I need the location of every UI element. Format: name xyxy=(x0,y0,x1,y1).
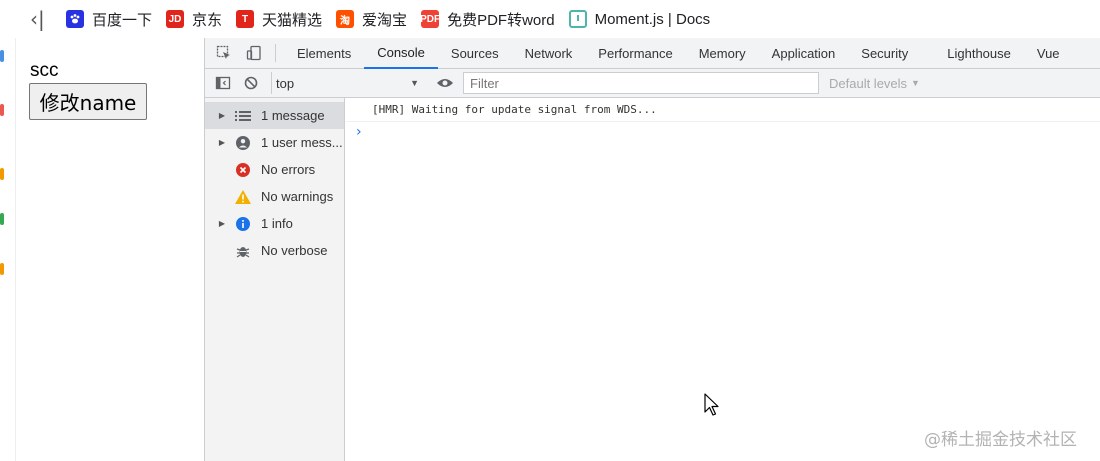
sidebar-item-info[interactable]: ▶ 1 info xyxy=(205,210,344,237)
jd-logo-icon: JD xyxy=(166,10,185,28)
edge-icon xyxy=(0,213,4,225)
edge-icon xyxy=(0,50,4,62)
browser-window: ‹| 百度一下 JD 京东 T 天猫精选 淘 爱淘宝 PDF 免费PDF转wor… xyxy=(0,0,1100,461)
device-toolbar-icon[interactable] xyxy=(243,42,265,64)
inspect-element-icon[interactable] xyxy=(213,42,235,64)
sidebar-item-errors[interactable]: No errors xyxy=(205,156,344,183)
tab-application[interactable]: Application xyxy=(759,38,849,69)
taobao-logo-icon: 淘 xyxy=(336,10,355,28)
show-sidebar-icon[interactable] xyxy=(213,73,233,93)
bookmark-pdf[interactable]: PDF 免费PDF转word xyxy=(420,9,555,30)
sidebar-item-label: 1 user mess... xyxy=(261,135,343,150)
sidebar-item-label: 1 info xyxy=(261,216,293,231)
chevron-down-icon: ▼ xyxy=(911,78,920,88)
sidebar-toggle-icon[interactable]: ‹| xyxy=(30,7,48,31)
tab-vue[interactable]: Vue xyxy=(1024,38,1073,69)
page-viewport: scc 修改name xyxy=(16,38,204,461)
console-toolbar: top ▼ Filter Default levels ▼ xyxy=(205,69,1100,98)
console-sidebar: ▶ 1 message ▶ 1 user mess... No errors N… xyxy=(205,98,345,461)
sidebar-item-user-messages[interactable]: ▶ 1 user mess... xyxy=(205,129,344,156)
bookmark-label: Moment.js | Docs xyxy=(594,10,711,28)
page-name-text: scc xyxy=(30,60,59,81)
console-prompt[interactable]: › xyxy=(346,122,1100,142)
bookmark-moment[interactable]: Moment.js | Docs xyxy=(568,10,711,28)
sidebar-item-verbose[interactable]: No verbose xyxy=(205,237,344,264)
edge-icon xyxy=(0,168,4,180)
user-icon xyxy=(235,135,251,151)
log-levels-dropdown[interactable]: Default levels ▼ xyxy=(829,76,920,91)
tab-elements[interactable]: Elements xyxy=(284,38,364,69)
bookmark-taobao[interactable]: 淘 爱淘宝 xyxy=(336,9,407,30)
expand-arrow-icon: ▶ xyxy=(218,138,226,147)
edge-icon xyxy=(0,104,4,116)
side-panel-edge xyxy=(0,38,16,461)
tab-lighthouse[interactable]: Lighthouse xyxy=(934,38,1024,69)
moment-clock-icon xyxy=(568,10,587,28)
tabbar-divider xyxy=(275,44,276,62)
tab-security[interactable]: Security xyxy=(848,38,934,69)
sidebar-item-label: 1 message xyxy=(261,108,325,123)
bookmark-label: 京东 xyxy=(192,11,223,29)
baidu-paw-icon xyxy=(66,10,84,28)
sidebar-item-warnings[interactable]: No warnings xyxy=(205,183,344,210)
bookmark-label: 爱淘宝 xyxy=(362,11,408,29)
console-output: [HMR] Waiting for update signal from WDS… xyxy=(346,98,1100,461)
error-icon xyxy=(235,162,251,178)
bookmark-label: 免费PDF转word xyxy=(447,11,555,29)
chevron-down-icon: ▼ xyxy=(410,78,419,88)
list-icon xyxy=(235,108,251,124)
tab-performance[interactable]: Performance xyxy=(585,38,685,69)
bookmark-tmall[interactable]: T 天猫精选 xyxy=(236,9,322,30)
bookmark-label: 天猫精选 xyxy=(262,11,323,29)
expand-arrow-icon: ▶ xyxy=(218,111,226,120)
sidebar-item-messages[interactable]: ▶ 1 message xyxy=(205,102,344,129)
change-name-button[interactable]: 修改name xyxy=(29,83,147,120)
clear-console-icon[interactable] xyxy=(241,73,261,93)
bookmark-jd[interactable]: JD 京东 xyxy=(166,9,222,30)
pdf-logo-icon: PDF xyxy=(420,10,440,28)
sidebar-item-label: No errors xyxy=(261,162,316,177)
bug-icon xyxy=(235,243,251,259)
warning-icon xyxy=(235,189,251,205)
context-selector[interactable]: top ▼ xyxy=(271,72,423,94)
edge-icon xyxy=(0,263,4,275)
log-levels-label: Default levels xyxy=(829,75,908,91)
tab-network[interactable]: Network xyxy=(512,38,586,69)
console-log-line: [HMR] Waiting for update signal from WDS… xyxy=(346,98,1100,122)
prompt-chevron-icon: › xyxy=(356,124,362,140)
expand-arrow-icon: ▶ xyxy=(218,219,226,228)
context-value: top xyxy=(276,75,295,91)
mouse-pointer-icon xyxy=(704,393,720,422)
watermark-text: @稀土掘金技术社区 xyxy=(924,430,1077,450)
devtools-tabbar: Elements Console Sources Network Perform… xyxy=(205,38,1100,69)
sidebar-item-label: No verbose xyxy=(261,243,328,258)
tmall-logo-icon: T xyxy=(236,10,255,28)
bookmark-baidu[interactable]: 百度一下 xyxy=(66,9,152,30)
tab-console[interactable]: Console xyxy=(364,38,438,69)
filter-input[interactable]: Filter xyxy=(463,72,819,94)
sidebar-item-label: No warnings xyxy=(261,189,334,204)
tab-sources[interactable]: Sources xyxy=(438,38,512,69)
tab-memory[interactable]: Memory xyxy=(686,38,759,69)
eye-icon[interactable] xyxy=(435,73,455,93)
info-icon xyxy=(235,216,251,232)
devtools-panel: Elements Console Sources Network Perform… xyxy=(204,38,1100,461)
bookmarks-bar: ‹| 百度一下 JD 京东 T 天猫精选 淘 爱淘宝 PDF 免费PDF转wor… xyxy=(0,0,1100,38)
bookmark-label: 百度一下 xyxy=(92,11,153,29)
